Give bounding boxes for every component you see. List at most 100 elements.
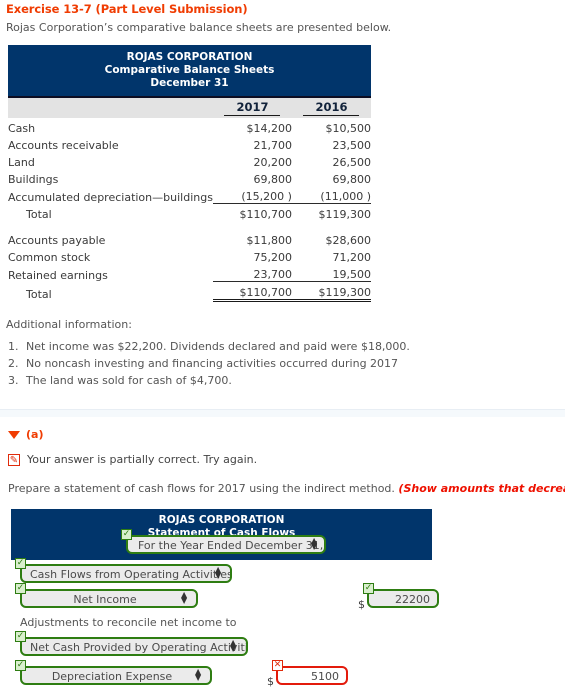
cell-2017: 75,200 [253,251,292,264]
scf-row-net-cash-operating: ✓ Net Cash Provided by Operating Activit… [11,631,565,661]
depreciation-amount-control[interactable]: ✕ $ 5100 [267,660,348,688]
scf-row-net-income: ✓ Net Income ▲ ▼ ✓ $ 22200 [11,583,565,612]
status-badge-incorrect: ✕ [272,660,283,671]
net-cash-operating-select-control[interactable]: ✓ Net Cash Provided by Operating Activit… [15,631,248,659]
balance-sheet-table: 2017 2016 Cash $14,200 $10,500 Accounts … [8,98,371,302]
depreciation-amount-input[interactable]: 5100 [276,666,348,685]
additional-info-heading: Additional information: [6,318,132,331]
row-label: Total [26,287,52,301]
section-band [0,410,565,417]
table-row: Land 20,200 26,500 [8,152,371,169]
list-item: The land was sold for cash of $4,700. [22,374,565,387]
feedback-text: Your answer is partially correct. Try ag… [27,453,258,466]
bs-company-name: ROJAS CORPORATION [126,51,253,63]
bs-date: December 31 [150,77,229,89]
cell-2016: 26,500 [332,156,372,169]
status-badge-correct: ✓ [15,583,26,594]
period-select-control[interactable]: ✓ For the Year Ended December 31, 2017 [121,529,326,557]
cash-flow-statement-form: ROJAS CORPORATION Statement of Cash Flow… [11,509,565,691]
table-row: Common stock 75,200 71,200 [8,247,371,264]
scf-row-operating-section: ✓ Cash Flows from Operating Activities ▲… [11,558,565,586]
cell-2017: $14,200 [246,122,292,135]
feedback-message: ✎ Your answer is partially correct. Try … [8,453,565,466]
cell-2016: 69,800 [332,173,372,186]
table-row: Retained earnings 23,700 19,500 [8,264,371,282]
row-label: Buildings [8,173,59,186]
net-income-amount-input[interactable]: 22200 [367,589,439,608]
task-prompt-plain: Prepare a statement of cash flows for 20… [8,482,399,495]
status-badge-correct: ✓ [15,558,26,569]
exercise-intro: Rojas Corporation’s comparative balance … [6,21,392,34]
table-header-row: 2017 2016 [8,98,371,118]
list-item: No noncash investing and financing activ… [22,357,565,370]
cell-2017: $11,800 [246,234,292,247]
page-root: Exercise 13-7 (Part Level Submission) Ro… [0,0,565,691]
comparative-balance-sheet: ROJAS CORPORATION Comparative Balance Sh… [8,45,371,302]
table-row: Accounts receivable 21,700 23,500 [8,135,371,152]
operating-section-select[interactable]: Cash Flows from Operating Activities [20,564,232,583]
adjustments-note-text: Adjustments to reconcile net income to [20,616,237,629]
cell-2017: 23,700 [253,268,292,281]
cell-2016: $28,600 [325,234,372,247]
table-total-row: Total $110,700 $119,300 [8,281,371,302]
cell-2017: (15,200 ) [241,190,292,203]
scf-row-depreciation-expense: ✓ Depreciation Expense ▲ ▼ ✕ $ 5100 [11,660,565,691]
currency-symbol: $ [267,675,274,688]
scf-rows: ✓ Cash Flows from Operating Activities ▲… [11,558,565,691]
cell-2016: (11,000 ) [320,190,371,203]
blank-header-cell [8,98,213,118]
cell-2016: $119,300 [291,281,371,302]
row-label: Land [8,156,35,169]
part-a-toggle[interactable]: (a) [8,428,565,441]
depreciation-select-control[interactable]: ✓ Depreciation Expense [15,660,212,688]
row-label: Accounts receivable [8,139,119,152]
depreciation-select[interactable]: Depreciation Expense [20,666,212,685]
column-header-2016: 2016 [291,98,371,118]
table-row: Cash $14,200 $10,500 [8,118,371,135]
row-label: Common stock [8,251,91,264]
net-income-select[interactable]: Net Income [20,589,198,608]
net-income-select-control[interactable]: ✓ Net Income [15,583,198,611]
row-label: Cash [8,122,36,135]
row-label: Accumulated depreciation—buildings [8,190,213,204]
cell-2017: 20,200 [253,156,292,169]
net-income-amount-control[interactable]: ✓ $ 22200 [358,583,439,611]
table-row: Accounts payable $11,800 $28,600 [8,230,371,247]
status-badge-correct: ✓ [15,660,26,671]
task-prompt: Prepare a statement of cash flows for 20… [8,482,565,495]
cell-2017: $110,700 [212,203,292,221]
status-badge-correct: ✓ [363,583,374,594]
net-cash-operating-select[interactable]: Net Cash Provided by Operating Activitie… [20,637,248,656]
row-label: Total [26,208,52,221]
row-label: Accounts payable [8,234,106,247]
cell-2016: 71,200 [332,251,372,264]
operating-section-select-control[interactable]: ✓ Cash Flows from Operating Activities [15,558,232,586]
table-row: Accumulated depreciation—buildings (15,2… [8,186,371,204]
status-badge-correct: ✓ [121,529,132,540]
chevron-down-icon[interactable] [8,430,20,439]
cell-2016: $119,300 [291,203,371,221]
cell-2016: 19,500 [332,268,372,281]
task-prompt-emphasis: (Show amounts that decrease cash flo [398,482,565,495]
table-row: Buildings 69,800 69,800 [8,169,371,186]
list-item: Net income was $22,200. Dividends declar… [22,340,565,353]
pencil-icon: ✎ [8,453,20,466]
scf-company-name: ROJAS CORPORATION [158,514,285,526]
cell-2017: 69,800 [253,173,292,186]
exercise-title: Exercise 13-7 (Part Level Submission) [6,2,248,16]
bs-statement-name: Comparative Balance Sheets [104,64,275,76]
period-select[interactable]: For the Year Ended December 31, 2017 [126,535,326,554]
table-spacer [8,221,371,230]
scf-row-adjustments-note: Adjustments to reconcile net income to [11,612,565,634]
currency-symbol: $ [358,598,365,611]
balance-sheet-header: ROJAS CORPORATION Comparative Balance Sh… [8,45,371,98]
additional-info-list: Net income was $22,200. Dividends declar… [0,340,565,387]
cell-2017: $110,700 [212,281,292,302]
row-label: Retained earnings [8,268,108,282]
table-total-row: Total $110,700 $119,300 [8,203,371,221]
cell-2017: 21,700 [253,139,292,152]
status-badge-correct: ✓ [15,631,26,642]
cell-2016: $10,500 [325,122,372,135]
column-header-2017: 2017 [212,98,292,118]
part-a-label: (a) [26,428,44,441]
